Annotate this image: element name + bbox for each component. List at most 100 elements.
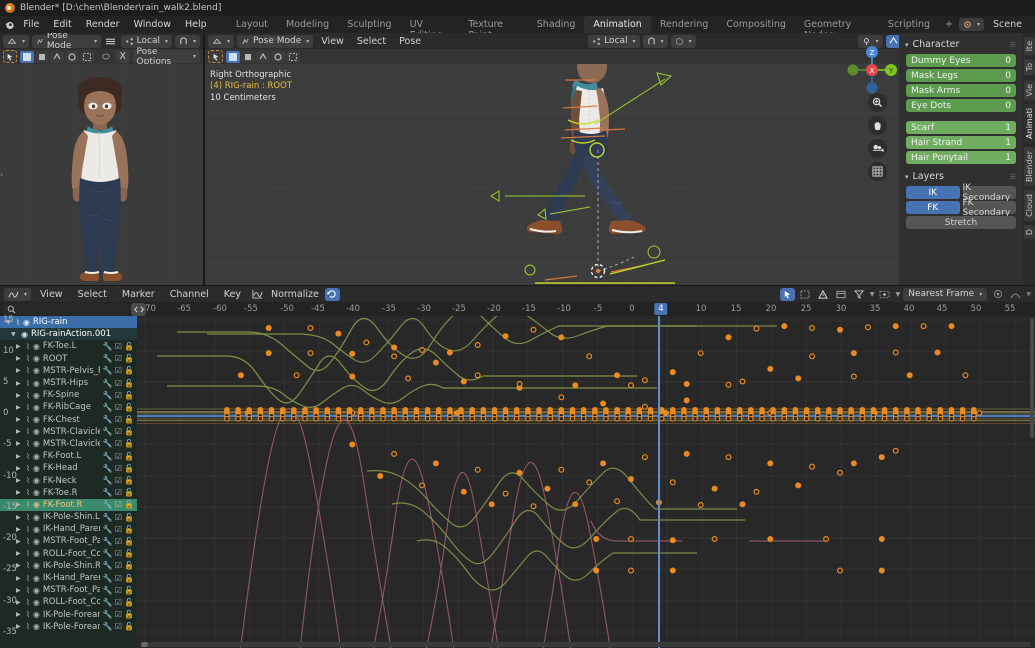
channel-row[interactable]: ▶⌇◉MSTR-Clavicle.R🔧☑🔓 — [0, 438, 137, 450]
zoom-icon[interactable] — [868, 93, 887, 112]
channel-visibility-icon[interactable]: ◉ — [33, 610, 40, 619]
pose-options-left[interactable]: Pose Options ▾ — [132, 47, 201, 67]
auto-normalize-icon[interactable] — [324, 287, 340, 301]
channel-row[interactable]: ▶⌇◉ROLL-Foot_Cont🔧☑🔓 — [0, 548, 137, 560]
keyframe-point[interactable] — [962, 372, 969, 379]
layer-button-fk-secondary[interactable]: FK Secondary — [962, 198, 1016, 218]
xmirror-toggle-left[interactable]: X — [116, 50, 130, 63]
keyframe-point[interactable] — [558, 406, 565, 413]
mute-checkbox[interactable]: ☑ — [115, 525, 122, 534]
modifier-icon[interactable]: 🔧 — [103, 610, 113, 619]
keyframe-point[interactable] — [235, 406, 241, 413]
keyframe-point[interactable] — [268, 406, 275, 413]
channel-visibility-icon[interactable]: ◉ — [33, 476, 40, 485]
pan-hand-icon[interactable] — [868, 116, 887, 135]
keyframe-point[interactable] — [591, 406, 598, 413]
modifier-icon[interactable]: 🔧 — [103, 500, 113, 509]
channel-expand-icon[interactable]: ▶ — [16, 367, 23, 374]
channel-visibility-icon[interactable]: ◉ — [33, 403, 40, 412]
select-mode-circle-icon[interactable] — [64, 50, 79, 63]
mute-checkbox[interactable]: ☑ — [115, 537, 122, 546]
keyframe-point[interactable] — [558, 334, 565, 341]
channel-row[interactable]: ▼ ⌇ ◉ RIG-rain — [0, 316, 137, 329]
modifier-icon[interactable]: 🔧 — [103, 391, 113, 400]
layer-button-stretch[interactable]: Stretch — [906, 216, 1016, 229]
keyframe-point[interactable] — [739, 501, 746, 508]
channel-row[interactable]: ▶⌇◉ROLL-Foot_Cont🔧☑🔓 — [0, 596, 137, 608]
keyframe-point[interactable] — [658, 415, 665, 422]
only-selected-icon[interactable] — [779, 287, 795, 301]
modifier-icon[interactable]: 🔧 — [103, 415, 113, 424]
keyframe-point[interactable] — [474, 342, 481, 349]
keyframe-point[interactable] — [703, 406, 710, 413]
tab-scripting[interactable]: Scripting — [879, 16, 939, 33]
channel-row[interactable]: ▶ ⌇ ◉ FK-Toe.R 🔧 ☑ 🔓 — [0, 487, 137, 499]
keyframe-point[interactable] — [636, 415, 643, 422]
keyframe-point[interactable] — [725, 334, 732, 341]
keyframe-point[interactable] — [380, 406, 386, 413]
keyframe-point[interactable] — [814, 406, 821, 413]
editor-type-selector-right[interactable]: ▾ — [208, 34, 235, 48]
lock-icon[interactable]: 🔓 — [124, 391, 134, 400]
keyframe-point[interactable] — [803, 406, 810, 413]
lock-icon[interactable]: 🔓 — [124, 574, 134, 583]
keyframe-point[interactable] — [502, 333, 509, 340]
keyframe-point[interactable] — [803, 415, 810, 422]
mode-selector-right[interactable]: Pose Mode ▾ — [237, 34, 314, 48]
keyframe-point[interactable] — [826, 415, 832, 422]
channel-visibility-icon[interactable]: ◉ — [33, 366, 40, 375]
keyframe-point[interactable] — [792, 406, 799, 413]
tab-geometry-nodes[interactable]: Geometry Nodes — [795, 16, 879, 41]
lock-icon[interactable]: 🔓 — [124, 586, 134, 595]
modifier-icon[interactable]: 🔧 — [103, 574, 113, 583]
modifier-icon[interactable]: 🔧 — [103, 598, 113, 607]
xray-toggle-left[interactable] — [100, 50, 113, 63]
camera-view-icon[interactable] — [868, 139, 887, 158]
modifier-icon[interactable]: 🔧 — [103, 452, 113, 461]
keyframe-point[interactable] — [391, 450, 398, 457]
select-mode-box-icon[interactable] — [34, 50, 49, 63]
keyframe-point[interactable] — [859, 415, 866, 422]
channel-visibility-icon[interactable]: ◉ — [33, 464, 40, 473]
keyframe-point[interactable] — [357, 415, 364, 422]
keyframe-point[interactable] — [892, 447, 899, 454]
keyframe-point[interactable] — [335, 415, 342, 422]
channel-expand-icon[interactable]: ▶ — [16, 428, 23, 435]
keyframe-point[interactable] — [324, 415, 331, 422]
keyframe-layer[interactable] — [137, 316, 1035, 648]
timeline-ruler[interactable]: -70 -65 -60 -55 -50 -45 -40 -35 -30 -25 -20 -15 -10-… — [142, 302, 1035, 316]
channel-visibility-icon[interactable]: ◉ — [33, 525, 40, 534]
lock-icon[interactable]: 🔓 — [124, 488, 134, 497]
navigation-gizmo[interactable]: Z Y X — [842, 39, 902, 101]
keyframe-point[interactable] — [920, 323, 927, 330]
keyframe-point[interactable] — [647, 415, 654, 422]
viewport-menu-view[interactable]: View — [316, 36, 349, 47]
keyframe-point[interactable] — [781, 323, 788, 330]
keyframe-point[interactable] — [870, 415, 877, 422]
channel-visibility-icon[interactable]: ◉ — [33, 537, 40, 546]
keyframe-point[interactable] — [725, 454, 732, 461]
mute-checkbox[interactable]: ☑ — [115, 354, 122, 363]
keyframe-point[interactable] — [460, 488, 467, 495]
keyframe-point[interactable] — [878, 454, 885, 461]
keyframe-point[interactable] — [736, 406, 743, 413]
mute-checkbox[interactable]: ☑ — [115, 598, 122, 607]
tab-uv-editing[interactable]: UV Editing — [401, 16, 460, 41]
keyframe-point[interactable] — [628, 476, 635, 483]
channel-row[interactable]: ▶⌇◉MSTR-Clavicle.L🔧☑🔓 — [0, 426, 137, 438]
vtab-cloud[interactable]: Cloud — [1023, 190, 1035, 221]
mute-checkbox[interactable]: ☑ — [115, 513, 122, 522]
lock-icon[interactable]: 🔓 — [124, 452, 134, 461]
keyframe-point[interactable] — [224, 406, 230, 413]
channel-expand-icon[interactable]: ▶ — [16, 550, 23, 557]
keyframe-point[interactable] — [795, 482, 802, 489]
lock-icon[interactable]: 🔓 — [124, 464, 134, 473]
lock-icon[interactable]: 🔓 — [124, 415, 134, 424]
keyframe-point[interactable] — [683, 397, 690, 404]
lock-icon[interactable]: 🔓 — [124, 622, 134, 631]
keyframe-point[interactable] — [795, 375, 802, 382]
mute-checkbox[interactable]: ☑ — [115, 391, 122, 400]
show-datablock-filters-icon[interactable] — [834, 288, 849, 301]
channel-row[interactable]: ▶⌇◉MSTR-Foot_Pare🔧☑🔓 — [0, 584, 137, 596]
keyframe-point[interactable] — [781, 406, 788, 413]
